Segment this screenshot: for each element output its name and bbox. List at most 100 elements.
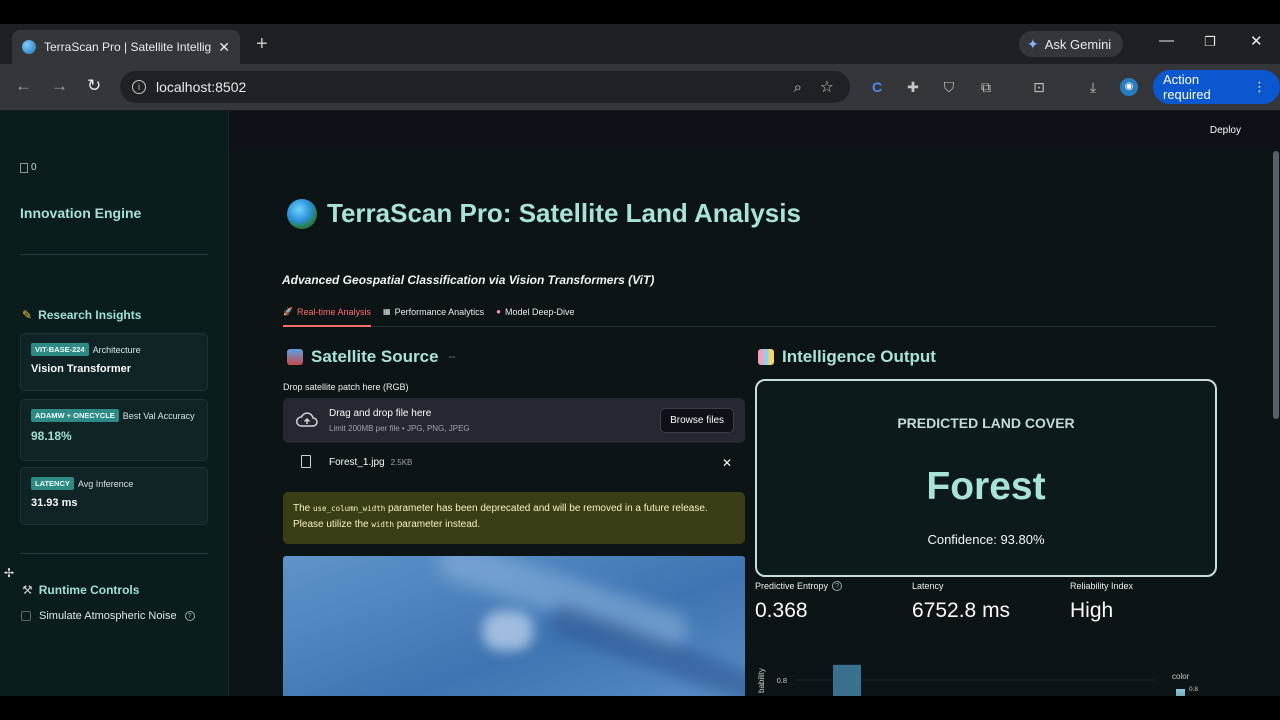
bookmark-star-icon[interactable]: ☆ — [820, 77, 834, 97]
sidebar-logo: 0 — [20, 162, 37, 173]
forward-arrow-icon[interactable]: → — [51, 76, 68, 96]
earth-globe-icon — [287, 198, 317, 229]
card-label: Best Val Accuracy — [122, 410, 195, 421]
prediction-card: PREDICTED LAND COVER Forest Confidence: … — [755, 379, 1217, 577]
file-icon — [301, 455, 311, 468]
page-title: TerraScan Pro: Satellite Land Analysis — [287, 198, 801, 229]
metric-label: Reliability Index — [1070, 581, 1134, 591]
tab-realtime-analysis[interactable]: 🚀 Real-time Analysis — [283, 307, 371, 327]
sidebar-divider — [20, 553, 208, 554]
tab-performance-analytics[interactable]: ▦ Performance Analytics — [383, 307, 484, 327]
minimize-icon[interactable]: — — [1159, 32, 1174, 49]
ask-gemini-label: Ask Gemini — [1044, 36, 1112, 52]
metric-value: 6752.8 ms — [912, 599, 1011, 622]
window-close-icon[interactable]: ✕ — [1250, 32, 1263, 50]
remove-file-icon[interactable]: ✕ — [722, 456, 732, 470]
legend-colorbar — [1176, 689, 1185, 696]
file-dropzone[interactable]: Drag and drop file here Limit 200MB per … — [283, 398, 745, 443]
dropzone-limits: Limit 200MB per file • JPG, PNG, JPEG — [329, 424, 470, 433]
main-area: Deploy TerraScan Pro: Satellite Land Ana… — [229, 111, 1280, 696]
code-use-column-width: use_column_width — [313, 504, 386, 513]
cloud-upload-icon — [296, 412, 318, 427]
research-insights-label: Research Insights — [38, 308, 142, 322]
action-required-label: Action required — [1163, 72, 1211, 102]
shield-icon[interactable]: ⛉ — [940, 78, 958, 96]
new-tab-button[interactable]: + — [256, 34, 268, 54]
sparkle-icon[interactable]: ✢ — [4, 566, 14, 580]
extension-c-icon[interactable]: C — [868, 78, 886, 96]
pencil-icon: ✎ — [22, 308, 33, 322]
sidebar: 0 Innovation Engine ✎ Research Insights … — [0, 111, 229, 696]
insight-card-accuracy: ADAMW + ONECYCLE Best Val Accuracy 98.18% — [20, 399, 208, 461]
site-info-icon[interactable]: i — [132, 80, 146, 94]
card-value: 31.93 ms — [31, 497, 78, 509]
intelligence-output-heading: Intelligence Output — [758, 347, 936, 367]
tab-title: TerraScan Pro | Satellite Intellig — [44, 40, 212, 54]
code-width: width — [371, 520, 394, 529]
close-icon[interactable]: ✕ — [218, 39, 230, 56]
y-axis-ticks: 0.80.6 — [777, 676, 787, 685]
zoom-icon[interactable]: ⌕ — [794, 79, 802, 96]
action-required-button[interactable]: Action required ⋮ — [1153, 70, 1280, 104]
scrollbar-thumb[interactable] — [1273, 151, 1279, 419]
file-size: 2.5KB — [390, 458, 413, 467]
y-tick-label: 0.8 — [777, 676, 787, 685]
gemini-spark-icon: ✦ — [1027, 35, 1039, 52]
help-icon[interactable]: ? — [184, 611, 195, 621]
tab-search-icon[interactable]: ⊡ — [1030, 78, 1048, 96]
tab-label: Performance Analytics — [394, 307, 485, 317]
address-bar[interactable]: i localhost:8502 ⌕ ☆ — [120, 71, 850, 103]
sidebar-divider — [20, 254, 208, 255]
inbox-tray-icon — [287, 349, 303, 365]
intelligence-output-label: Intelligence Output — [782, 347, 936, 366]
back-arrow-icon[interactable]: ← — [15, 76, 32, 96]
download-icon[interactable]: ⤓ — [1084, 78, 1102, 96]
profile-avatar[interactable]: ◉ — [1120, 78, 1138, 96]
restore-icon[interactable]: ❐ — [1204, 34, 1216, 50]
insight-card-architecture: VIT-BASE-224 Architecture Vision Transfor… — [20, 333, 208, 391]
page-subtitle: Advanced Geospatial Classification via V… — [282, 273, 655, 287]
tab-model-deep-dive[interactable]: ● Model Deep-Dive — [496, 307, 574, 327]
checkbox-box[interactable] — [21, 611, 31, 621]
probability-chart: bability 0.80.6 color 0.80.60.4 — [757, 664, 1198, 696]
browse-files-button[interactable]: Browse files — [660, 408, 734, 433]
chart-icon: ▦ — [383, 307, 391, 316]
insight-card-latency: LATENCY Avg Inference 31.93 ms — [20, 467, 208, 525]
tab-bar: 🚀 Real-time Analysis ▦ Performance Analy… — [283, 307, 1216, 327]
chart-bar[interactable] — [833, 664, 861, 696]
bar-chart-icon — [758, 349, 774, 365]
extensions-icon[interactable]: ⧉ — [977, 78, 995, 96]
runtime-controls-label: Runtime Controls — [38, 583, 140, 597]
card-badge: LATENCY — [31, 477, 74, 490]
favicon-globe-icon — [22, 40, 36, 54]
uploader-label: Drop satellite patch here (RGB) — [283, 382, 409, 392]
deploy-button[interactable]: Deploy — [1210, 125, 1241, 136]
dropzone-instructions: Drag and drop file here — [329, 408, 432, 419]
help-icon[interactable]: ? — [832, 581, 843, 591]
card-label: Avg Inference — [77, 478, 134, 489]
screen: TerraScan Pro | Satellite Intellig ✕ + ✦… — [0, 24, 1280, 696]
card-value: Vision Transformer — [31, 363, 132, 375]
card-badge: VIT-BASE-224 — [31, 343, 89, 356]
tools-icon: ⚒ — [22, 583, 33, 597]
noise-checkbox[interactable]: Simulate Atmospheric Noise ? — [21, 610, 195, 622]
satellite-source-label: Satellite Source — [311, 347, 439, 366]
streamlit-app: 0 Innovation Engine ✎ Research Insights … — [0, 111, 1280, 696]
sidebar-title: Innovation Engine — [20, 205, 142, 221]
extension-puzzle-dark-icon[interactable]: ✚ — [904, 78, 922, 96]
research-insights-heading: ✎ Research Insights — [22, 308, 141, 322]
app-header: Deploy — [229, 111, 1280, 149]
ask-gemini-button[interactable]: ✦ Ask Gemini — [1019, 31, 1124, 57]
anchor-link-icon[interactable]: ⇔ — [447, 351, 458, 363]
satellite-image — [283, 556, 745, 696]
metric-latency: Latency 6752.8 ms — [912, 581, 1010, 623]
uploaded-file: Forest_1.jpg 2.5KB ✕ — [283, 451, 745, 477]
browser-tab[interactable]: TerraScan Pro | Satellite Intellig ✕ — [12, 30, 240, 64]
satellite-source-heading: Satellite Source ⇔ — [287, 347, 458, 367]
file-name: Forest_1.jpg 2.5KB — [329, 457, 413, 468]
more-vertical-icon: ⋮ — [1253, 79, 1266, 94]
tab-label: Model Deep-Dive — [504, 307, 575, 317]
reload-icon[interactable]: ↻ — [87, 76, 101, 96]
metric-value: High — [1070, 599, 1114, 622]
runtime-controls-heading: ⚒ Runtime Controls — [22, 583, 139, 597]
